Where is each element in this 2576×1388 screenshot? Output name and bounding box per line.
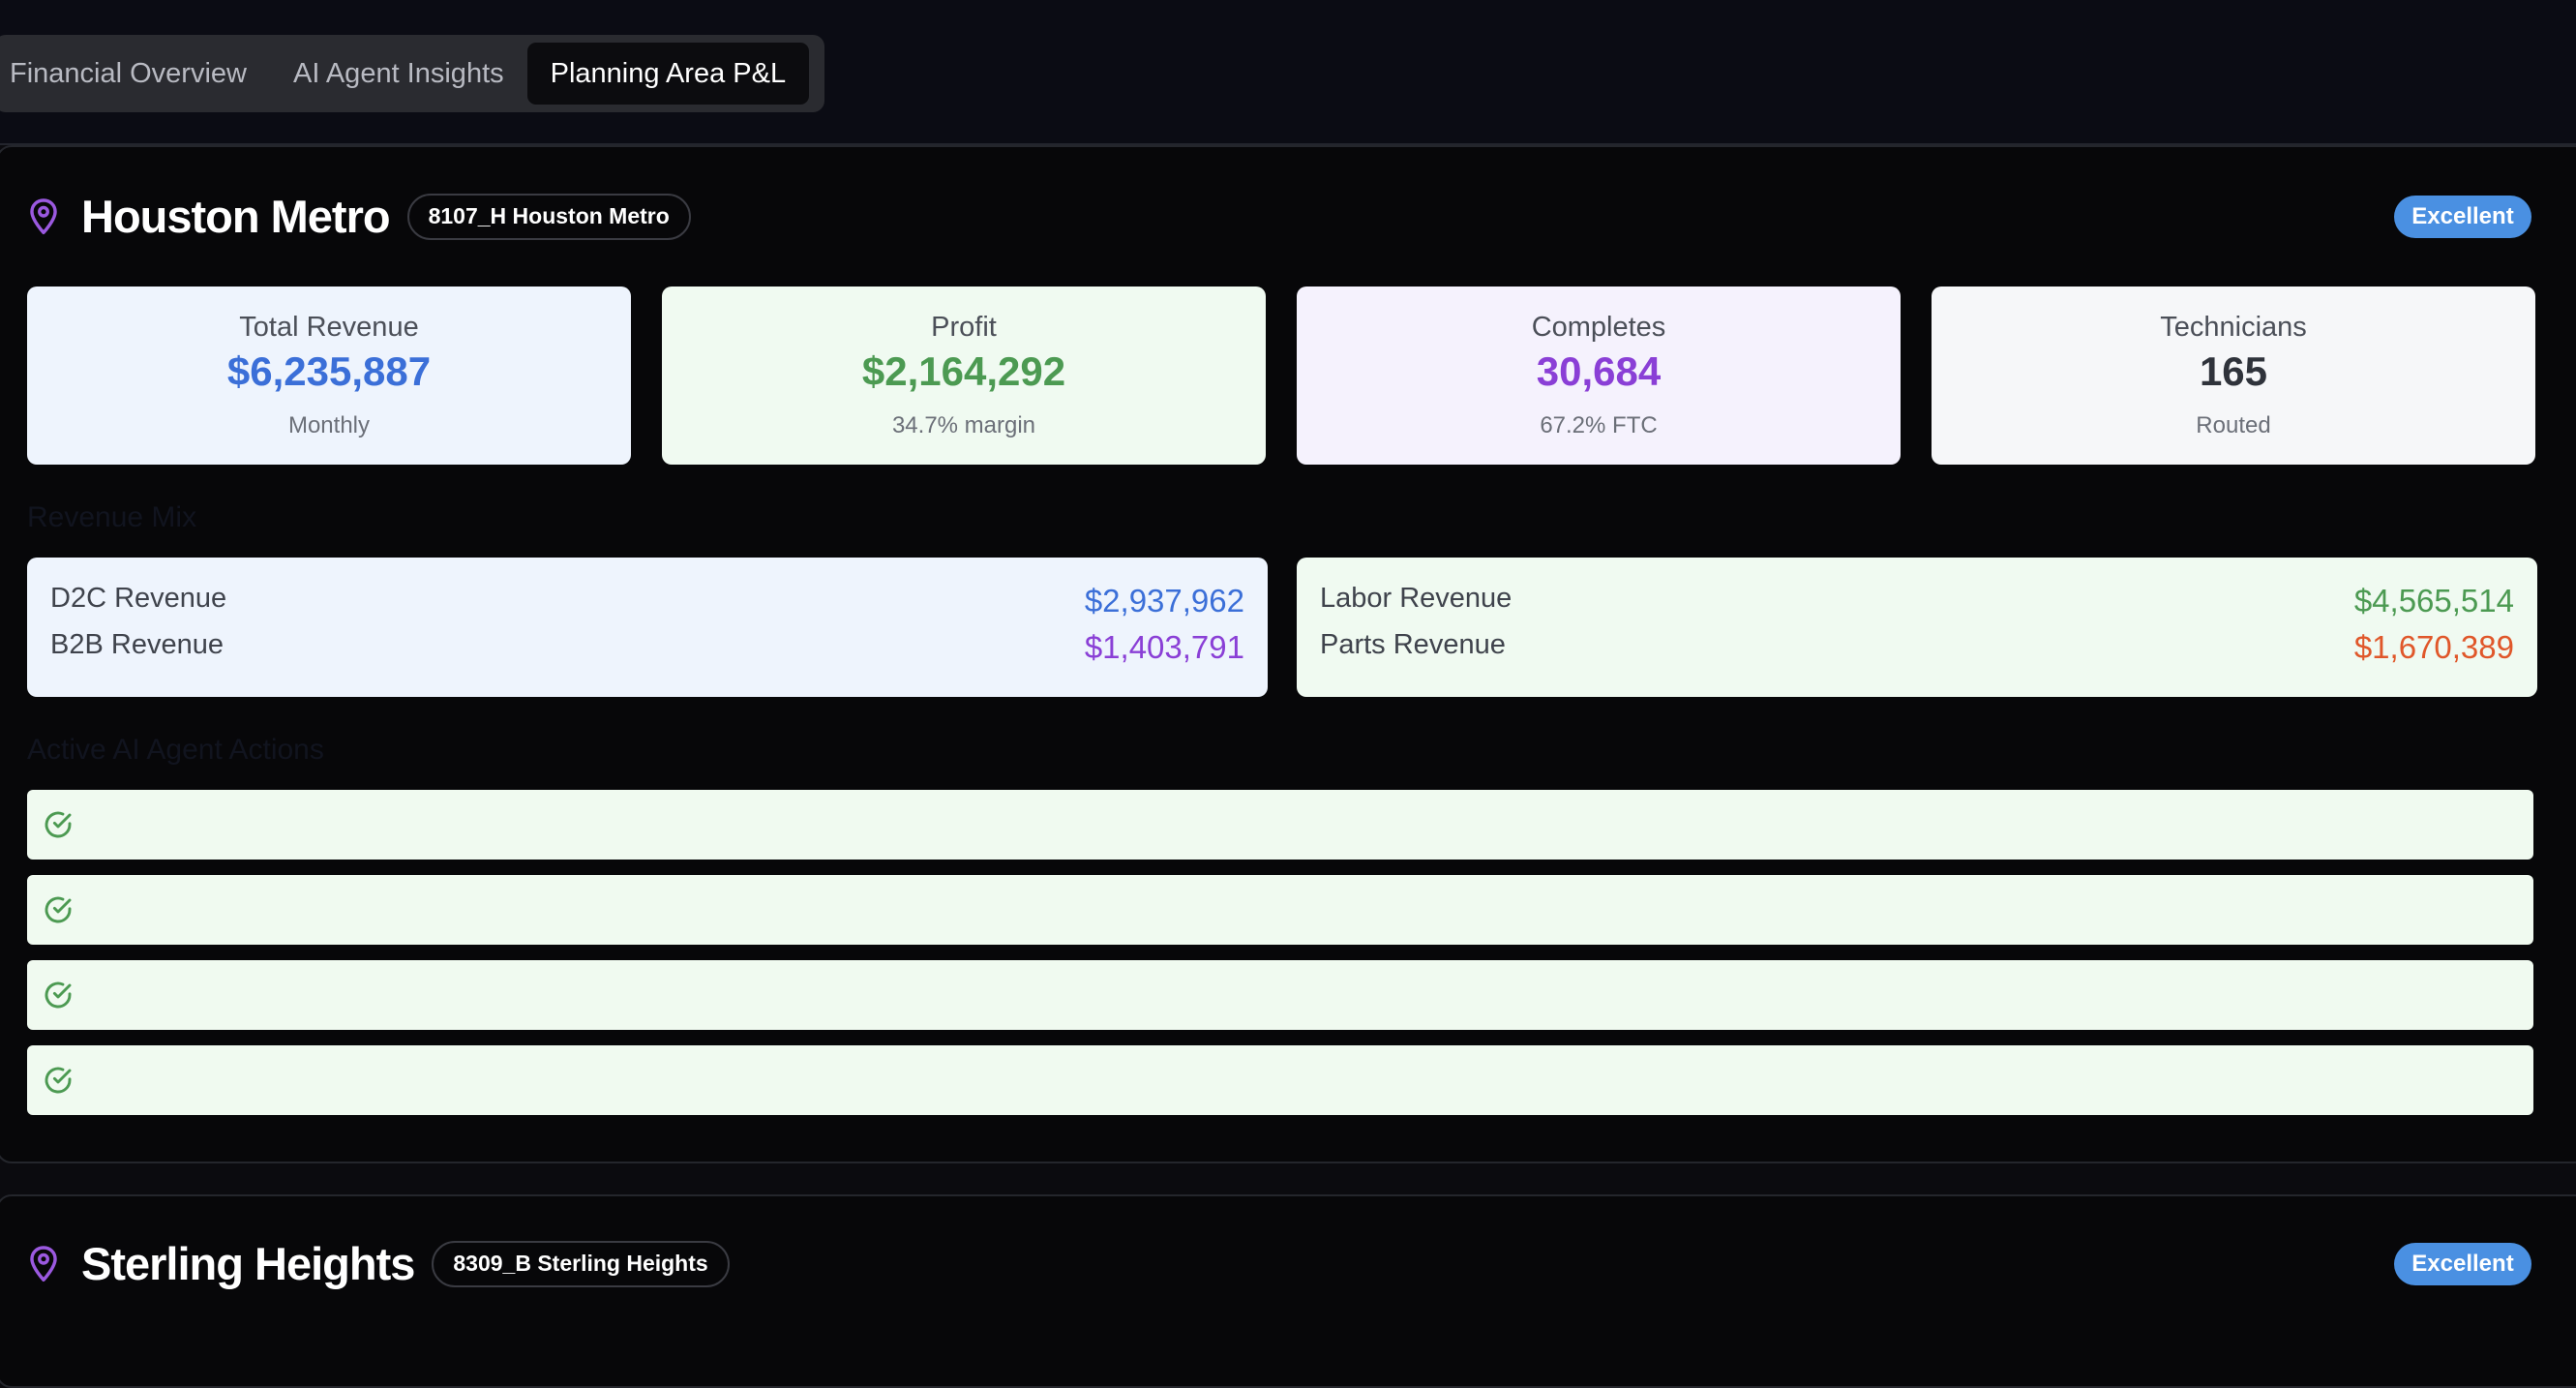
check-circle-icon bbox=[43, 1065, 74, 1096]
ai-action-row[interactable] bbox=[27, 960, 2533, 1030]
kpi-label: Completes bbox=[1531, 312, 1666, 343]
mix-value: $4,565,514 bbox=[2353, 583, 2514, 619]
kpi-sub: 34.7% margin bbox=[891, 412, 1036, 438]
kpi-label: Technicians bbox=[2160, 312, 2307, 343]
mix-label: Labor Revenue bbox=[1320, 583, 1513, 614]
mix-value: $1,403,791 bbox=[1084, 629, 1244, 665]
check-circle-icon bbox=[43, 980, 74, 1011]
mix-value: $1,670,389 bbox=[2353, 629, 2514, 665]
kpi-label: Total Revenue bbox=[239, 312, 419, 343]
ai-action-row[interactable] bbox=[27, 1045, 2533, 1115]
kpi-label: Profit bbox=[931, 312, 997, 343]
kpi-value: $2,164,292 bbox=[861, 348, 1066, 394]
kpi-value: $6,235,887 bbox=[226, 348, 432, 394]
area-code-badge: 8107_H Houston Metro bbox=[406, 193, 691, 240]
area-header: Houston Metro 8107_H Houston Metro bbox=[27, 190, 691, 243]
area-code-badge: 8309_B Sterling Heights bbox=[432, 1240, 730, 1287]
status-badge: Excellent bbox=[2394, 196, 2531, 238]
revenue-mix-heading: Revenue Mix bbox=[27, 501, 197, 533]
check-circle-icon bbox=[43, 809, 74, 840]
tab-planning-area-pl[interactable]: Planning Area P&L bbox=[526, 43, 810, 105]
revenue-mix-channel: D2C Revenue $2,937,962 B2B Revenue $1,40… bbox=[27, 558, 1268, 697]
tab-list: Financial Overview AI Agent Insights Pla… bbox=[0, 35, 824, 112]
tab-financial-overview[interactable]: Financial Overview bbox=[2, 43, 270, 105]
mix-label: Parts Revenue bbox=[1320, 629, 1506, 660]
status-badge: Excellent bbox=[2394, 1243, 2531, 1285]
mix-label: B2B Revenue bbox=[50, 629, 224, 660]
ai-actions-heading: Active AI Agent Actions bbox=[27, 734, 324, 766]
kpi-completes: Completes 30,684 67.2% FTC bbox=[1297, 287, 1901, 465]
planning-area-card: Sterling Heights 8309_B Sterling Heights… bbox=[0, 1194, 2576, 1388]
kpi-profit: Profit $2,164,292 34.7% margin bbox=[662, 287, 1266, 465]
kpi-value: 30,684 bbox=[1536, 348, 1662, 394]
tab-ai-agent-insights[interactable]: AI Agent Insights bbox=[270, 43, 527, 105]
ai-action-row[interactable] bbox=[27, 790, 2533, 860]
check-circle-icon bbox=[43, 894, 74, 925]
top-bar: Financial Overview AI Agent Insights Pla… bbox=[0, 0, 2576, 145]
ai-action-row[interactable] bbox=[27, 875, 2533, 945]
kpi-sub: Monthly bbox=[287, 412, 371, 438]
mix-label: D2C Revenue bbox=[50, 583, 227, 614]
kpi-sub: 67.2% FTC bbox=[1540, 412, 1658, 438]
kpi-value: 165 bbox=[2199, 348, 2268, 394]
map-pin-icon bbox=[27, 196, 62, 237]
kpi-sub: Routed bbox=[2196, 412, 2271, 438]
area-header: Sterling Heights 8309_B Sterling Heights bbox=[27, 1237, 730, 1290]
area-title: Sterling Heights bbox=[81, 1238, 415, 1289]
map-pin-icon bbox=[27, 1244, 62, 1284]
mix-value: $2,937,962 bbox=[1084, 583, 1244, 619]
planning-area-card: Houston Metro 8107_H Houston Metro Excel… bbox=[0, 145, 2576, 1163]
kpi-technicians: Technicians 165 Routed bbox=[1932, 287, 2535, 465]
kpi-total-revenue: Total Revenue $6,235,887 Monthly bbox=[27, 287, 631, 465]
area-title: Houston Metro bbox=[81, 191, 391, 242]
revenue-mix-type: Labor Revenue $4,565,514 Parts Revenue $… bbox=[1297, 558, 2537, 697]
